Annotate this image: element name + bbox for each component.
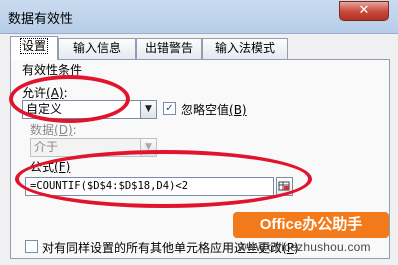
tab-ime-mode-label: 输入法模式	[214, 41, 275, 55]
close-button[interactable]: ✕	[339, 1, 389, 21]
tab-error-alert-label: 出错警告	[144, 41, 193, 55]
brand-badge: Office办公助手	[233, 212, 389, 238]
highlight-oval-allow	[9, 75, 130, 123]
tab-input-message[interactable]: 输入信息	[58, 38, 136, 59]
tab-ime-mode[interactable]: 输入法模式	[202, 38, 288, 59]
data-label-text: 数据	[30, 123, 55, 137]
ignore-blank-label: 忽略空值(B)	[181, 101, 247, 118]
ignore-blank-label-text: 忽略空值	[181, 103, 230, 117]
apply-all-checkbox[interactable]	[25, 240, 38, 253]
tab-settings-label: 设置	[19, 38, 48, 54]
chevron-down-icon[interactable]: ▼	[140, 100, 157, 119]
close-icon: ✕	[358, 3, 370, 18]
data-label: 数据(D):	[30, 121, 77, 138]
data-shortcut: (D)	[54, 123, 73, 137]
ignore-blank-checkbox[interactable]: ✓	[163, 102, 176, 115]
title-bar: 数据有效性 ✕	[0, 0, 398, 34]
window-title: 数据有效性	[8, 12, 74, 27]
tab-error-alert[interactable]: 出错警告	[136, 38, 202, 59]
data-suffix: :	[72, 123, 77, 137]
data-value: 介于	[34, 140, 59, 154]
watermark-url: www.officezhushou.com	[238, 240, 371, 254]
tab-input-message-label: 输入信息	[72, 41, 121, 55]
ignore-blank-shortcut: (B)	[229, 103, 247, 117]
highlight-oval-formula	[15, 150, 312, 208]
tab-settings[interactable]: 设置	[10, 36, 58, 60]
